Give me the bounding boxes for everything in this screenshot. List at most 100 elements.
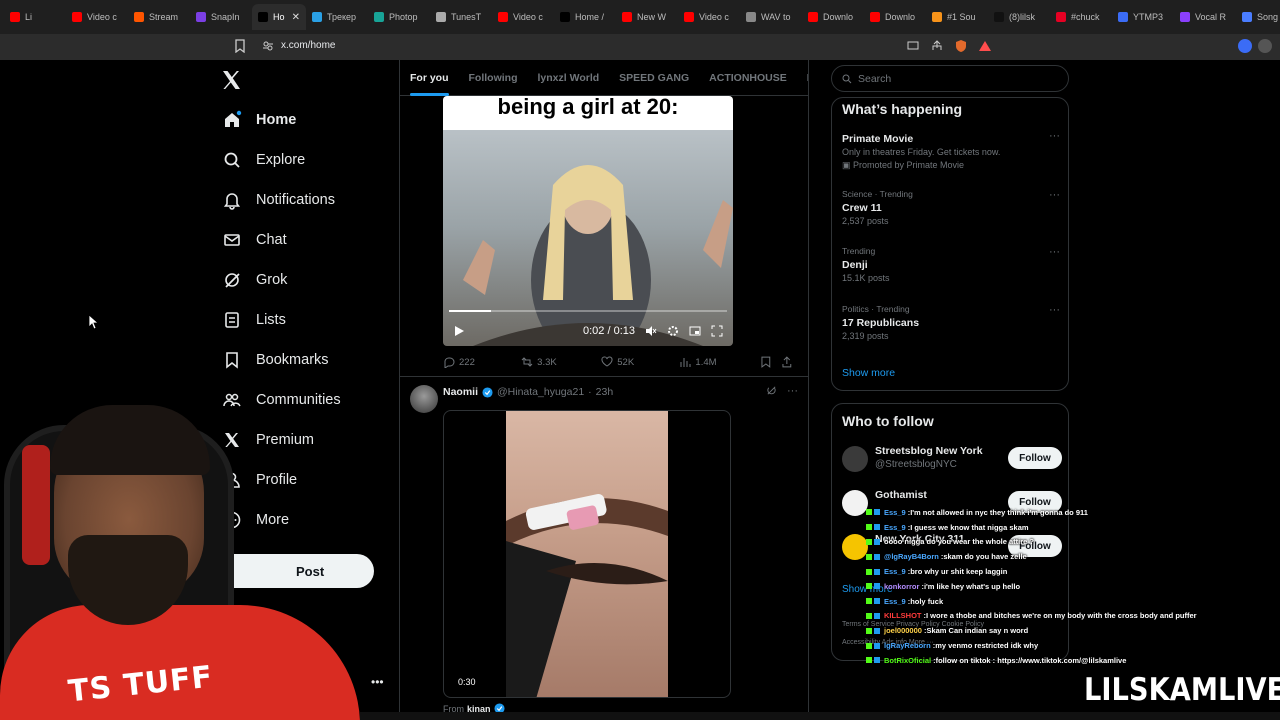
- feed-tab[interactable]: B: [797, 60, 808, 96]
- tweet[interactable]: Naomii @Hinata_hyuga21 · 23h ··· 0:30 Fr…: [400, 376, 808, 720]
- repost-action[interactable]: 3.3K: [521, 356, 601, 368]
- avatar[interactable]: [842, 534, 868, 560]
- nav-item-bookmarks[interactable]: Bookmarks: [220, 340, 341, 380]
- extension-icon[interactable]: [1238, 39, 1252, 53]
- browser-tab[interactable]: Downlo: [864, 4, 926, 30]
- more-icon[interactable]: ···: [1049, 189, 1060, 201]
- settings-icon[interactable]: [667, 325, 679, 337]
- trend-category: Science · Trending: [842, 189, 913, 199]
- browser-tab[interactable]: Downlo: [802, 4, 864, 30]
- video-progress-bar[interactable]: [449, 310, 727, 312]
- browser-tab[interactable]: Song K: [1236, 4, 1280, 30]
- nav-item-notifications[interactable]: Notifications: [220, 180, 341, 220]
- avatar[interactable]: [410, 385, 438, 413]
- browser-tab[interactable]: Stream: [128, 4, 190, 30]
- video-player[interactable]: 0:30: [443, 410, 731, 698]
- fullscreen-icon[interactable]: [711, 325, 723, 337]
- account-more-icon[interactable]: •••: [371, 675, 384, 689]
- feed-tab[interactable]: For you: [400, 60, 459, 96]
- like-action[interactable]: 52K: [601, 356, 679, 368]
- follow-button[interactable]: Follow: [1008, 447, 1062, 469]
- tweet-time[interactable]: 23h: [596, 386, 614, 398]
- browser-tab-label: Video c: [699, 12, 729, 22]
- nav-item-explore[interactable]: Explore: [220, 140, 341, 180]
- panel-title: What’s happening: [842, 101, 963, 117]
- share-icon[interactable]: [930, 39, 944, 53]
- avatar[interactable]: [842, 446, 868, 472]
- author-name[interactable]: Naomii: [443, 386, 478, 398]
- browser-tab[interactable]: Video c: [66, 4, 128, 30]
- picture-in-picture-icon[interactable]: [689, 325, 701, 337]
- bookmark-icon[interactable]: [760, 356, 772, 368]
- browser-tab[interactable]: Video c: [492, 4, 554, 30]
- cloud-icon: [746, 12, 756, 22]
- browser-tab[interactable]: Ho ✕: [252, 4, 306, 30]
- play-icon[interactable]: [453, 325, 465, 337]
- cast-icon[interactable]: [906, 39, 920, 53]
- more-icon[interactable]: ···: [787, 385, 798, 397]
- show-more-link[interactable]: Show more: [842, 367, 895, 379]
- bookmark-icon[interactable]: [234, 39, 246, 53]
- feed-tab[interactable]: SPEED GANG: [609, 60, 699, 96]
- follow-suggestion[interactable]: Streetsblog New York @StreetsblogNYC Follo…: [842, 444, 1062, 478]
- browser-tab[interactable]: #1 Sou: [926, 4, 988, 30]
- browser-tab[interactable]: Video c: [678, 4, 740, 30]
- more-icon[interactable]: ···: [1049, 304, 1060, 316]
- browser-tab[interactable]: SnapIn: [190, 4, 252, 30]
- trend-item[interactable]: Politics · Trending 17 Republicans 2,319 p…: [842, 304, 1062, 341]
- feed-tab[interactable]: lynxzl World: [528, 60, 610, 96]
- chat-username: Ess_9: [884, 567, 906, 577]
- account-name[interactable]: Streetsblog New York: [875, 445, 983, 457]
- avatar[interactable]: [842, 490, 868, 516]
- browser-tab[interactable]: Трекер: [306, 4, 368, 30]
- browser-tab[interactable]: (8)lilsk: [988, 4, 1050, 30]
- video-player[interactable]: being a girl at 20: 0:02 / 0:13: [443, 96, 733, 346]
- account-handle[interactable]: @StreetsblogNYC: [875, 459, 957, 470]
- url-text[interactable]: x.com/home: [281, 40, 335, 51]
- browser-tab[interactable]: Home /: [554, 4, 616, 30]
- x-logo-icon[interactable]: [220, 68, 244, 92]
- browser-tab[interactable]: YTMP3: [1112, 4, 1174, 30]
- reply-action[interactable]: 222: [443, 356, 521, 368]
- author-handle[interactable]: @Hinata_hyuga21: [497, 386, 584, 398]
- share-icon[interactable]: [781, 356, 793, 368]
- mute-icon[interactable]: [645, 325, 657, 337]
- search-input[interactable]: [858, 72, 1058, 85]
- site-info-icon[interactable]: [262, 40, 274, 52]
- nav-item-grok[interactable]: Grok: [220, 260, 341, 300]
- browser-tab[interactable]: WAV to: [740, 4, 802, 30]
- browser-tab[interactable]: #chuck: [1050, 4, 1112, 30]
- chat-message: Ess_9: I guess we know that nigga skam: [866, 520, 1196, 535]
- account-name[interactable]: Gothamist: [875, 489, 927, 501]
- browser-tab[interactable]: New W: [616, 4, 678, 30]
- views-action[interactable]: 1.4M: [679, 356, 759, 368]
- feed-tab[interactable]: ACTIONHOUSE: [699, 60, 797, 96]
- trend-item[interactable]: Primate Movie Only in theatres Friday. Ge…: [842, 130, 1062, 171]
- chat-badges: [866, 612, 880, 619]
- more-icon[interactable]: ···: [1049, 246, 1060, 258]
- browser-tab[interactable]: Li: [4, 4, 66, 30]
- nav-item-home[interactable]: Home: [220, 100, 341, 140]
- browser-tab[interactable]: TunesT: [430, 4, 492, 30]
- nav-item-label: Chat: [256, 232, 287, 248]
- shield-icon[interactable]: [954, 39, 968, 53]
- feed-tab[interactable]: Following: [459, 60, 528, 96]
- x-icon: [560, 12, 570, 22]
- nav-item-lists[interactable]: Lists: [220, 300, 341, 340]
- soundcloud-icon: [134, 12, 144, 22]
- trend-item[interactable]: Trending Denji 15.1K posts ···: [842, 246, 1062, 283]
- close-tab-icon[interactable]: ✕: [292, 12, 300, 23]
- browser-tab[interactable]: Photop: [368, 4, 430, 30]
- search-icon: [842, 74, 852, 83]
- extension-alert-icon[interactable]: [978, 39, 992, 53]
- more-icon[interactable]: ···: [1049, 130, 1060, 142]
- browser-tab[interactable]: Vocal R: [1174, 4, 1236, 30]
- badge-icon: [866, 509, 872, 516]
- grok-icon[interactable]: [766, 385, 777, 396]
- profile-icon[interactable]: [1258, 39, 1272, 53]
- nav-item-chat[interactable]: Chat: [220, 220, 341, 260]
- search-box[interactable]: [831, 65, 1069, 92]
- trend-item[interactable]: Science · Trending Crew 11 2,537 posts ···: [842, 189, 1062, 226]
- chat-text: follow on tiktok : https://www.tiktok.co…: [935, 655, 1127, 665]
- view-count: 1.4M: [695, 356, 717, 368]
